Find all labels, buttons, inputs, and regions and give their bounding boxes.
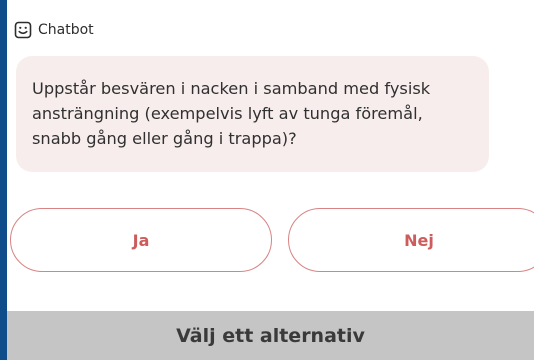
chat-header-label: Chatbot (38, 22, 94, 38)
bot-message-bubble: Uppstår besvären i nacken i samband med … (16, 56, 489, 172)
answer-no-button[interactable]: Nej (288, 208, 534, 272)
choose-option-bar: Välj ett alternativ (7, 311, 534, 360)
chat-header: Chatbot (14, 19, 94, 41)
choose-option-label: Välj ett alternativ (176, 324, 365, 347)
panel-accent-border (0, 0, 7, 360)
answer-yes-label: Ja (132, 230, 150, 250)
chatbot-smile-icon (14, 21, 32, 39)
answer-yes-button[interactable]: Ja (10, 208, 272, 272)
answer-no-label: Nej (404, 230, 434, 250)
chatbot-panel: Chatbot Uppstår besvären i nacken i samb… (0, 0, 534, 360)
bot-message-text: Uppstår besvären i nacken i samband med … (32, 79, 431, 148)
